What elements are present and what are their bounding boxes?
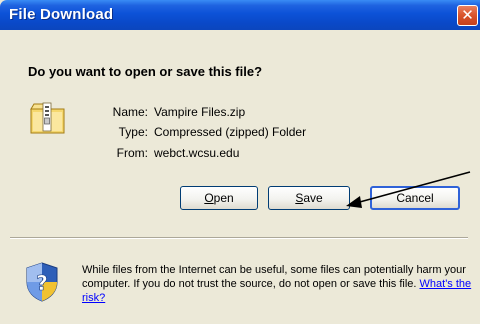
shield-question-icon: ? bbox=[26, 262, 58, 302]
save-button[interactable]: Save bbox=[268, 186, 350, 210]
file-download-dialog: File Download ✕ Do you want to open or s… bbox=[0, 0, 480, 324]
from-value: webct.wcsu.edu bbox=[154, 146, 240, 160]
svg-text:?: ? bbox=[36, 271, 48, 295]
warning-text-block: While files from the Internet can be use… bbox=[82, 263, 472, 305]
zip-folder-icon bbox=[30, 102, 65, 134]
from-label: From: bbox=[116, 146, 148, 160]
warning-text: While files from the Internet can be use… bbox=[82, 264, 466, 290]
open-mnemonic: O bbox=[204, 191, 214, 205]
window-title: File Download bbox=[9, 6, 114, 23]
cancel-button[interactable]: Cancel bbox=[370, 186, 460, 210]
name-label: Name: bbox=[112, 105, 148, 119]
save-label-rest: ave bbox=[303, 191, 323, 205]
title-bar[interactable]: File Download ✕ bbox=[0, 0, 480, 30]
close-button[interactable]: ✕ bbox=[457, 5, 478, 26]
divider bbox=[10, 237, 468, 239]
dialog-question: Do you want to open or save this file? bbox=[28, 64, 263, 79]
name-value: Vampire Files.zip bbox=[154, 105, 246, 119]
open-label-rest: pen bbox=[213, 191, 234, 205]
open-button[interactable]: Open bbox=[180, 186, 258, 210]
type-value: Compressed (zipped) Folder bbox=[154, 125, 307, 139]
close-icon: ✕ bbox=[461, 6, 474, 24]
type-label: Type: bbox=[118, 125, 148, 139]
